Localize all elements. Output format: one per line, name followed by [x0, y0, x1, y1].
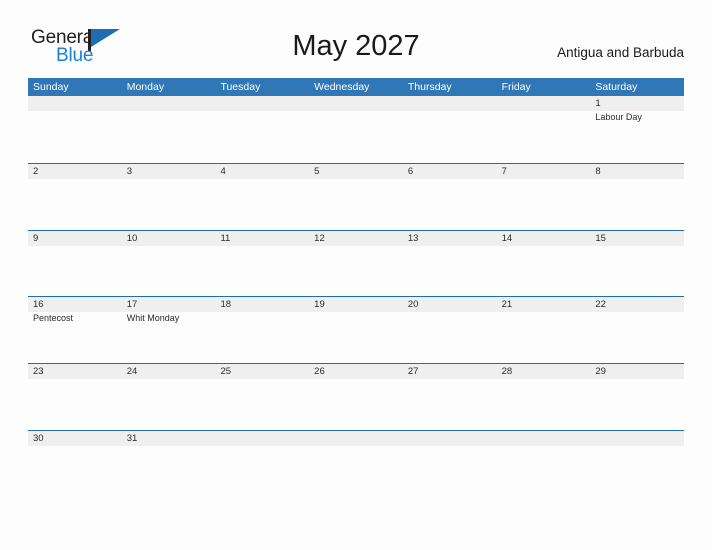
calendar-day-cell-empty: [28, 96, 122, 163]
weekday-header-tuesday: Tuesday: [220, 81, 261, 93]
weekday-header-thursday: Thursday: [407, 81, 452, 93]
weekday-header-monday: Monday: [126, 81, 165, 93]
holiday-label: Pentecost: [33, 313, 74, 324]
weekday-header-saturday: Saturday: [595, 81, 638, 93]
day-number: 23: [33, 366, 44, 378]
weekday-header-friday: Friday: [501, 81, 531, 93]
calendar-day-cell[interactable]: 30: [28, 431, 122, 497]
calendar-day-cell[interactable]: 21: [497, 297, 591, 363]
day-number: 21: [501, 299, 513, 311]
calendar-day-cell[interactable]: 27: [403, 364, 497, 430]
calendar-day-cell[interactable]: 6: [403, 164, 497, 230]
calendar-week-row: 30 31: [28, 429, 684, 497]
day-number: 15: [595, 232, 606, 244]
calendar-day-cell[interactable]: 3: [122, 164, 216, 230]
day-number: 16: [33, 299, 44, 311]
day-number: 18: [220, 299, 232, 311]
calendar-day-cell[interactable]: 14: [497, 231, 591, 297]
page-header: General Blue May 2027 Antigua and Barbud…: [0, 0, 712, 78]
day-number: 12: [314, 232, 325, 244]
calendar-day-cell[interactable]: 7: [497, 164, 591, 230]
holiday-label: Whit Monday: [126, 313, 180, 324]
day-number: 5: [314, 165, 320, 177]
weekday-header-sunday: Sunday: [33, 81, 69, 93]
calendar-day-cell[interactable]: 22: [590, 297, 684, 363]
calendar-day-cell-empty: [497, 96, 591, 163]
calendar-day-cell[interactable]: 29: [590, 364, 684, 430]
country-label: Antigua and Barbuda: [557, 45, 684, 60]
calendar-day-cell[interactable]: 15: [590, 231, 684, 297]
calendar-day-cell[interactable]: 2: [28, 164, 122, 230]
calendar-week-row: 9 10 11 12 13 14 15: [28, 229, 684, 297]
calendar-day-cell[interactable]: 12: [309, 231, 403, 297]
calendar-day-cell[interactable]: 25: [215, 364, 309, 430]
calendar-day-cell-empty: [215, 96, 309, 163]
calendar-day-cell[interactable]: 28: [497, 364, 591, 430]
calendar-day-cell[interactable]: 10: [122, 231, 216, 297]
calendar-day-cell[interactable]: 17 Whit Monday: [122, 297, 216, 363]
day-number: 31: [126, 432, 138, 444]
calendar-day-cell[interactable]: 16 Pentecost: [28, 297, 122, 363]
calendar-grid: Sunday Monday Tuesday Wednesday Thursday…: [28, 78, 684, 497]
calendar-day-cell[interactable]: 18: [215, 297, 309, 363]
day-number: 14: [501, 232, 513, 244]
calendar-day-cell[interactable]: 24: [122, 364, 216, 430]
calendar-week-row: 16 Pentecost 17 Whit Monday 18 19 20 21 22: [28, 296, 684, 364]
calendar-day-cell[interactable]: 19: [309, 297, 403, 363]
calendar-page: General Blue May 2027 Antigua and Barbud…: [0, 0, 712, 550]
holiday-label: Labour Day: [595, 112, 642, 122]
calendar-day-cell-empty: [309, 431, 403, 497]
calendar-day-cell-empty: [497, 431, 591, 497]
day-number: 25: [220, 366, 232, 378]
calendar-day-cell[interactable]: 1 Labour Day: [590, 96, 684, 163]
calendar-day-cell-empty: [215, 431, 309, 497]
calendar-day-cell-empty: [403, 431, 497, 497]
day-number: 10: [126, 232, 138, 244]
calendar-day-cell-empty: [590, 431, 684, 497]
day-number: 13: [407, 232, 419, 244]
day-number: 9: [33, 232, 39, 244]
day-number: 30: [33, 432, 44, 444]
day-number: 28: [501, 366, 513, 378]
day-number: 7: [501, 165, 507, 177]
calendar-day-cell[interactable]: 4: [215, 164, 309, 230]
calendar-day-cell[interactable]: 26: [309, 364, 403, 430]
day-number: 1: [595, 98, 601, 109]
day-number: 19: [314, 299, 325, 311]
day-number: 27: [407, 366, 419, 378]
day-number: 26: [314, 366, 325, 378]
day-number: 4: [220, 165, 226, 177]
day-number: 29: [595, 366, 606, 378]
calendar-day-cell[interactable]: 11: [215, 231, 309, 297]
calendar-day-cell-empty: [309, 96, 403, 163]
calendar-week-row: 23 24 25 26 27 28 29: [28, 363, 684, 430]
day-number: 22: [595, 299, 606, 311]
calendar-day-cell[interactable]: 5: [309, 164, 403, 230]
day-number: 3: [126, 165, 133, 177]
calendar-day-cell[interactable]: 31: [122, 431, 216, 497]
calendar-day-cell[interactable]: 9: [28, 231, 122, 297]
day-number: 17: [126, 299, 138, 311]
calendar-day-cell-empty: [122, 96, 216, 163]
day-number: 8: [595, 165, 601, 177]
day-number: 6: [407, 165, 414, 177]
calendar-day-cell-empty: [403, 96, 497, 163]
day-number: 20: [407, 299, 419, 311]
calendar-day-cell[interactable]: 23: [28, 364, 122, 430]
weekday-header-row: Sunday Monday Tuesday Wednesday Thursday…: [28, 78, 684, 96]
calendar-week-row: 1 Labour Day: [28, 96, 684, 163]
calendar-weeks: 1 Labour Day 2 3 4 5 6 7 8 9 10 11 12 13 14 15 16 Penteco…: [28, 96, 684, 497]
day-number: 11: [220, 232, 231, 244]
calendar-day-cell[interactable]: 20: [403, 297, 497, 363]
day-number: 24: [126, 366, 138, 378]
weekday-header-wednesday: Wednesday: [314, 81, 370, 93]
calendar-day-cell[interactable]: 13: [403, 231, 497, 297]
day-number: 2: [33, 165, 39, 177]
calendar-week-row: 2 3 4 5 6 7 8: [28, 162, 684, 230]
calendar-day-cell[interactable]: 8: [590, 164, 684, 230]
